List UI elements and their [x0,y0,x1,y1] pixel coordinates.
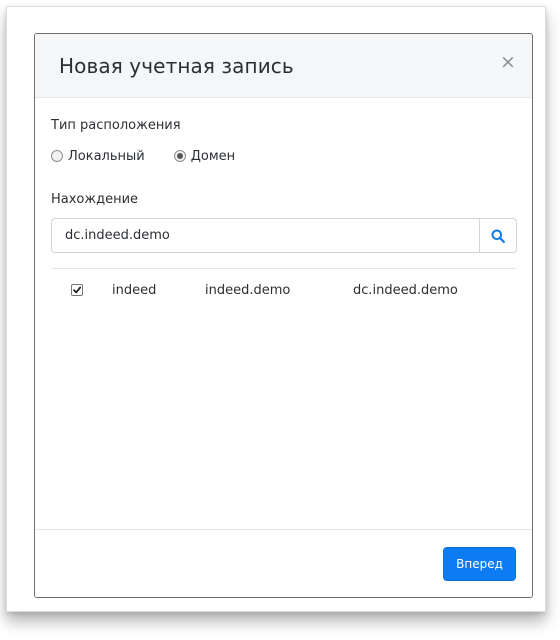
dialog-header: Новая учетная запись × [35,34,532,98]
close-button[interactable]: × [498,51,518,73]
row-name: indeed [112,283,157,298]
finding-label: Нахождение [51,192,139,207]
table-row: indeed indeed.demo dc.indeed.demo [51,281,517,303]
search-icon [491,229,505,243]
search-input[interactable] [52,219,479,252]
radio-local[interactable] [51,150,63,162]
row-checkbox[interactable] [71,284,83,296]
new-account-dialog: Новая учетная запись × Тип расположения … [34,33,533,598]
dialog-footer: Вперед [35,529,532,597]
screenshot-frame: Новая учетная запись × Тип расположения … [6,6,546,612]
next-button[interactable]: Вперед [443,547,516,581]
radio-local-label: Локальный [68,148,145,164]
search-button[interactable] [479,219,516,252]
dialog-title: Новая учетная запись [59,54,294,78]
radio-option-domain[interactable]: Домен [173,148,236,164]
results-divider [51,268,517,269]
close-icon: × [500,51,516,73]
checkmark-icon [73,286,82,294]
radio-domain-label: Домен [190,148,236,164]
location-type-radio-group: Локальный Домен [51,146,264,166]
radio-domain[interactable] [173,150,186,162]
radio-option-local[interactable]: Локальный [51,149,145,164]
row-domain: indeed.demo [205,283,291,298]
search-group [51,218,517,253]
location-type-label: Тип расположения [51,118,181,133]
row-controller: dc.indeed.demo [353,283,458,298]
